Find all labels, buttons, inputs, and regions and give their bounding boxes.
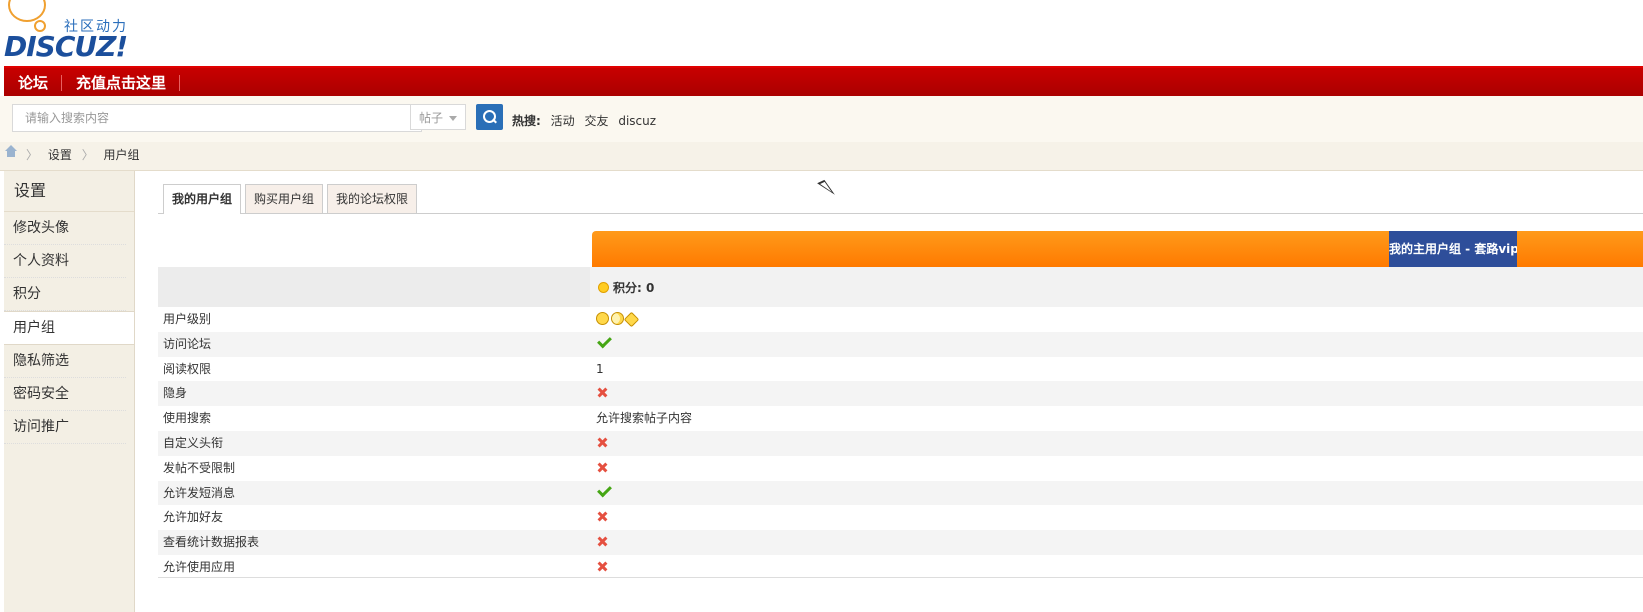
- hot-word[interactable]: 交友: [584, 114, 608, 128]
- tab-my-usergroup[interactable]: 我的用户组: [163, 184, 242, 214]
- permission-label: 自定义头衔: [163, 435, 224, 450]
- sidebar-item-profile[interactable]: 个人资料: [4, 245, 126, 278]
- sidebar-item-usergroup[interactable]: 用户组: [4, 311, 134, 345]
- discuz-logo[interactable]: 社区动力 DISCUZ!: [4, 0, 144, 64]
- table-row: 允许发短消息: [158, 480, 1643, 506]
- tab-forum-permissions[interactable]: 我的论坛权限: [327, 184, 418, 213]
- check-icon: [596, 332, 612, 356]
- sidebar-item-avatar[interactable]: 修改头像: [4, 212, 126, 245]
- search-type-select[interactable]: 帖子: [410, 104, 466, 130]
- cross-icon: [596, 431, 607, 455]
- hot-search-label: 热搜:: [512, 114, 541, 128]
- table-row: 用户级别: [158, 307, 1643, 332]
- chevron-down-icon: [449, 116, 457, 121]
- hot-word[interactable]: 活动: [551, 114, 575, 128]
- logo-brand: DISCUZ!: [4, 30, 128, 63]
- breadcrumb: 〉 设置 〉 用户组: [0, 142, 1643, 171]
- points-row: 积分: 0: [158, 267, 1643, 307]
- home-icon[interactable]: [5, 145, 17, 160]
- lightbulb-icon: [598, 282, 609, 293]
- star-icon: [623, 311, 640, 328]
- permission-label: 允许发短消息: [163, 485, 236, 500]
- permission-table: 用户级别 访问论坛 阅读权限 1 隐身 使用搜索 允许搜索帖子内容 自定义头衔 发帖不受限制 允许…: [158, 307, 1643, 580]
- breadcrumb-item-usergroup: 用户组: [103, 148, 140, 162]
- main-content: 我的用户组 购买用户组 我的论坛权限 我的主用户组 - 套路vip 积分: 0 …: [158, 171, 1643, 612]
- table-row: 发帖不受限制: [158, 456, 1643, 481]
- cloud-icon: [8, 0, 46, 22]
- check-icon: [596, 481, 612, 505]
- permission-label: 用户级别: [163, 312, 212, 326]
- sidebar-title: 设置: [4, 171, 134, 212]
- permission-value: 1: [596, 361, 604, 376]
- usergroup-header: 我的主用户组 - 套路vip: [592, 231, 1643, 267]
- table-row: 访问论坛: [158, 331, 1643, 357]
- tab-buy-usergroup[interactable]: 购买用户组: [245, 184, 324, 213]
- permission-label: 阅读权限: [163, 361, 212, 376]
- search-type-value: 帖子: [419, 111, 444, 125]
- hot-word[interactable]: discuz: [618, 114, 656, 128]
- points-value: 积分: 0: [598, 279, 654, 296]
- nav-item-recharge[interactable]: 充值点击这里: [62, 68, 181, 98]
- search-input[interactable]: 请输入搜索内容: [12, 104, 422, 132]
- cross-icon: [596, 530, 607, 554]
- cross-icon: [596, 381, 607, 405]
- level-icons: [596, 307, 640, 331]
- nav-item-forum[interactable]: 论坛: [4, 68, 63, 98]
- permission-label: 访问论坛: [163, 336, 212, 351]
- main-nav: 论坛 充值点击这里: [4, 66, 1643, 98]
- permission-label: 允许加好友: [163, 510, 224, 525]
- table-row: 自定义头衔: [158, 430, 1643, 456]
- permission-label: 查看统计数据报表: [163, 535, 260, 550]
- sidebar-item-credits[interactable]: 积分: [4, 278, 126, 311]
- permission-label: 发帖不受限制: [163, 460, 236, 475]
- cross-icon: [596, 456, 607, 480]
- search-bar: 请输入搜索内容 帖子 热搜: 活动 交友 discuz: [0, 96, 1643, 142]
- tab-bar: 我的用户组 购买用户组 我的论坛权限: [158, 183, 1643, 214]
- table-divider: [158, 577, 1643, 578]
- table-row: 使用搜索 允许搜索帖子内容: [158, 406, 1643, 431]
- table-row: 阅读权限 1: [158, 357, 1643, 382]
- cross-icon: [596, 555, 607, 579]
- sidebar-item-promotion[interactable]: 访问推广: [4, 411, 126, 444]
- breadcrumb-item-settings[interactable]: 设置: [48, 148, 72, 162]
- hot-search: 热搜: 活动 交友 discuz: [512, 112, 662, 129]
- table-row: 查看统计数据报表: [158, 530, 1643, 555]
- smiley-icon: [596, 312, 609, 325]
- usergroup-name: 我的主用户组 - 套路vip: [1389, 231, 1517, 267]
- sidebar-item-privacy[interactable]: 隐私筛选: [4, 345, 126, 378]
- sidebar-item-password[interactable]: 密码安全: [4, 378, 126, 411]
- permission-value: 允许搜索帖子内容: [596, 411, 693, 426]
- search-button[interactable]: [476, 104, 503, 130]
- moon-icon: [611, 312, 624, 325]
- table-row: 允许加好友: [158, 505, 1643, 530]
- settings-sidebar: 设置 修改头像 个人资料 积分 用户组 隐私筛选 密码安全 访问推广: [4, 171, 135, 612]
- table-row: 隐身: [158, 381, 1643, 407]
- cross-icon: [596, 505, 607, 529]
- permission-label: 隐身: [163, 386, 188, 401]
- permission-label: 使用搜索: [163, 411, 212, 426]
- points-text: 积分: 0: [613, 281, 655, 295]
- permission-label: 允许使用应用: [163, 559, 236, 574]
